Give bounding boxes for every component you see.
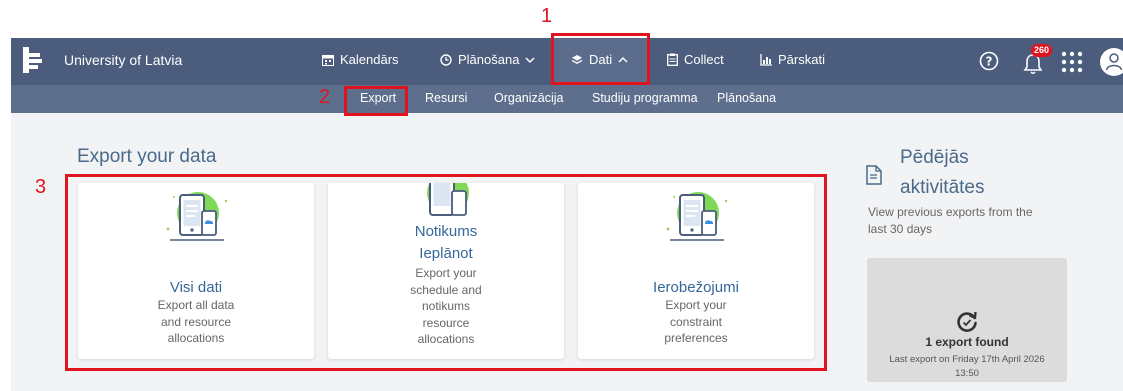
nav-collect-label: Collect bbox=[684, 52, 724, 67]
nav-parskati[interactable]: Pārskati bbox=[760, 52, 825, 67]
recent-activity-title-line: Pēdējās bbox=[900, 147, 969, 168]
recent-activity-title-line: aktivitātes bbox=[900, 177, 985, 198]
subnav-organizacija[interactable]: Organizācija bbox=[494, 91, 563, 105]
document-list-icon bbox=[866, 165, 882, 185]
user-icon bbox=[1105, 53, 1123, 71]
annotation-number-2: 2 bbox=[319, 86, 331, 108]
nav-planosana[interactable]: Plānošana bbox=[440, 52, 535, 67]
notifications-button[interactable]: 260 bbox=[1021, 44, 1055, 77]
last-export-line: 13:50 bbox=[955, 368, 979, 379]
recent-activity-title: Pēdējās aktivitātes bbox=[900, 144, 984, 202]
app-logo-icon[interactable] bbox=[23, 47, 43, 73]
sub-navigation: Export Resursi Organizācija Studiju prog… bbox=[11, 85, 1123, 113]
annotation-number-3: 3 bbox=[35, 176, 47, 198]
clock-icon bbox=[440, 53, 452, 66]
chevron-down-icon bbox=[525, 56, 535, 63]
nav-collect[interactable]: Collect bbox=[667, 52, 724, 67]
brand-name[interactable]: University of Latvia bbox=[64, 52, 182, 68]
annotation-box-export bbox=[344, 86, 408, 116]
annotation-number-1: 1 bbox=[541, 5, 553, 27]
nav-parskati-label: Pārskati bbox=[778, 52, 825, 67]
subnav-resursi[interactable]: Resursi bbox=[425, 91, 467, 105]
recent-activity-description: View previous exports from the last 30 d… bbox=[868, 204, 1068, 238]
recent-activity-desc-line: View previous exports from the bbox=[868, 205, 1033, 219]
subnav-planosana[interactable]: Plānošana bbox=[717, 91, 776, 105]
user-avatar[interactable] bbox=[1100, 48, 1123, 76]
nav-planosana-label: Plānošana bbox=[458, 52, 520, 67]
refresh-check-icon bbox=[957, 311, 977, 332]
svg-text:?: ? bbox=[986, 55, 993, 69]
subnav-studiju-programma[interactable]: Studiju programma bbox=[592, 91, 698, 105]
page-title: Export your data bbox=[77, 146, 217, 167]
clipboard-icon bbox=[667, 53, 678, 66]
bar-chart-icon bbox=[760, 53, 772, 66]
apps-grid-icon[interactable] bbox=[1061, 51, 1083, 73]
last-export-info: Last export on Friday 17th April 2026 13… bbox=[867, 353, 1067, 381]
last-export-line: Last export on Friday 17th April 2026 bbox=[889, 354, 1045, 365]
notification-badge: 260 bbox=[1031, 44, 1053, 57]
annotation-box-export-cards bbox=[65, 174, 827, 371]
annotation-box-dati bbox=[551, 33, 650, 85]
calendar-icon bbox=[322, 54, 334, 66]
nav-kalendars[interactable]: Kalendārs bbox=[322, 52, 399, 67]
recent-activity-desc-line: last 30 days bbox=[868, 222, 933, 236]
export-count: 1 export found bbox=[925, 335, 1009, 349]
help-icon[interactable]: ? bbox=[979, 51, 999, 71]
last-export-box[interactable]: 1 export found Last export on Friday 17t… bbox=[867, 258, 1067, 382]
nav-kalendars-label: Kalendārs bbox=[340, 52, 399, 67]
